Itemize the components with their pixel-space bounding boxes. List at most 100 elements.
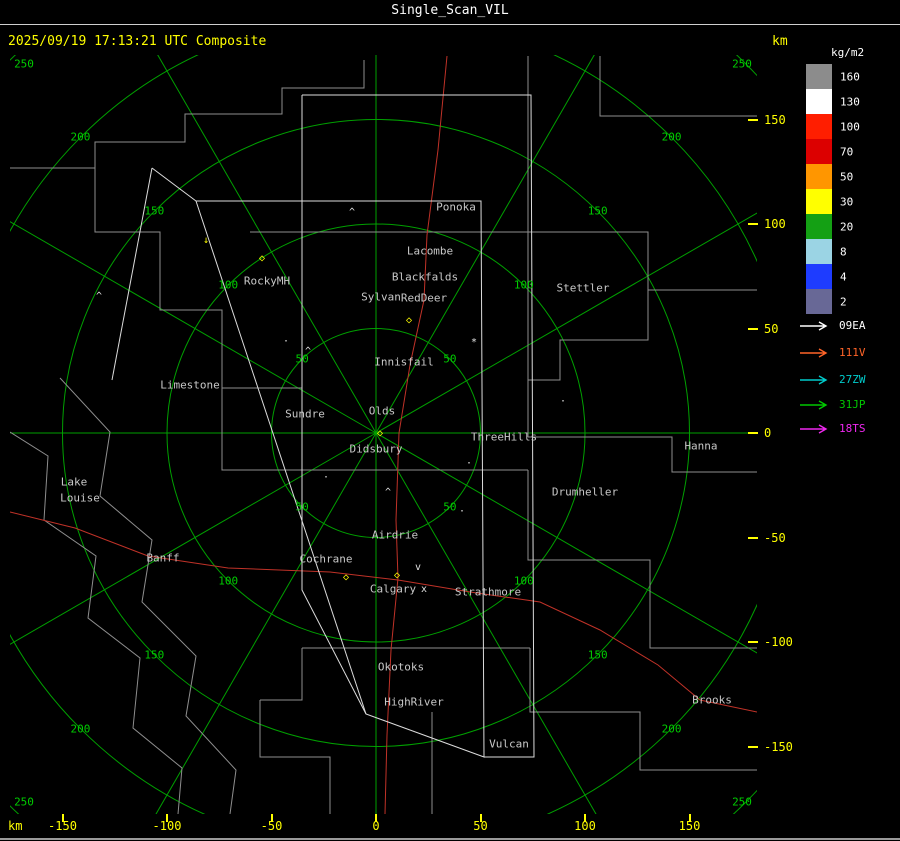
obs-marker-caret-icon: ^: [304, 346, 312, 357]
obs-marker-caret-icon: ^: [348, 207, 356, 218]
range-ring-distance-label: 150: [144, 648, 165, 662]
place-name-label: Olds: [368, 404, 396, 418]
range-ring-distance-label: 250: [732, 795, 752, 809]
town-marker-diamond-icon: ◇: [376, 428, 384, 439]
range-ring-distance-label: 50: [443, 500, 457, 514]
right-axis-label: -150: [764, 739, 793, 754]
colorbar-value: 160: [840, 70, 860, 84]
range-ring-distance-label: 250: [14, 57, 34, 71]
town-marker-diamond-icon: ◇: [342, 572, 350, 583]
range-ring-distance-label: 200: [70, 130, 91, 144]
obs-marker-dot-icon: ·: [465, 458, 473, 469]
place-name-label: Okotoks: [377, 660, 425, 674]
range-ring-distance-label: 150: [587, 204, 608, 218]
right-axis-tick: [748, 118, 758, 121]
colorbar-swatch: [806, 164, 832, 189]
right-axis-label: 0: [764, 426, 772, 440]
radar-arrow-icon: [800, 400, 828, 410]
place-name-label: Sylvan: [361, 290, 401, 304]
place-name-label: RockyMH: [243, 274, 291, 288]
bottom-axis-tick: [270, 814, 273, 822]
right-axis-tick: [748, 641, 758, 643]
radar-legend-row: 111V: [799, 346, 866, 360]
range-ring-distance-label: 200: [70, 722, 91, 736]
radar-legend-row: 27ZW: [799, 373, 866, 387]
town-marker-diamond-icon: ◇: [405, 315, 413, 326]
town-marker-arrow-down-icon: ↓: [202, 235, 210, 246]
colorbar-swatch: [806, 264, 832, 289]
place-name-label: Lake: [60, 475, 88, 489]
place-name-label: Blackfalds: [391, 270, 459, 284]
azimuth-line: [157, 55, 377, 434]
radar-arrow-icon: [800, 348, 828, 358]
right-axis-label: -100: [764, 635, 793, 649]
place-name-label: Strathmore: [454, 585, 522, 599]
bottom-axis-tick: [479, 814, 482, 822]
colorbar-value: 50: [840, 170, 854, 184]
colorbar-value: 2: [840, 295, 847, 309]
radar-id-label: 111V: [839, 346, 866, 359]
radar-id-label: 31JP: [839, 398, 866, 411]
place-name-label: Calgary: [369, 582, 417, 596]
obs-marker-v-icon: v: [414, 562, 422, 573]
range-ring-distance-label: 50: [443, 352, 457, 366]
right-axis-label: 100: [764, 217, 786, 231]
colorbar-swatch: [806, 289, 832, 314]
range-ring-distance-label: 250: [732, 57, 752, 71]
place-name-label: Airdrie: [371, 528, 419, 542]
right-axis-tick: [748, 327, 758, 330]
azimuth-line: [10, 432, 377, 645]
azimuth-line: [375, 55, 595, 434]
radar-arrow-icon: [800, 424, 828, 434]
colorbar-value: 30: [840, 195, 854, 209]
right-axis-label: -50: [764, 530, 786, 545]
scan-area-outlines: [111, 94, 535, 758]
place-name-label: ThreeHills: [470, 430, 538, 444]
obs-marker-dot-icon: ·: [559, 396, 567, 407]
place-name-label: HighRiver: [384, 695, 444, 709]
azimuth-line: [10, 221, 377, 434]
range-ring-distance-label: 200: [661, 722, 682, 736]
right-axis-tick: [748, 745, 758, 748]
colorbar-value: 130: [840, 95, 860, 109]
horizontal-axis-unit-label: km: [8, 819, 23, 833]
town-marker-diamond-icon: ◇: [258, 253, 266, 264]
colorbar-swatch: [806, 139, 832, 164]
range-ring-distance-label: 100: [218, 278, 239, 292]
bottom-axis-tick: [688, 814, 691, 822]
place-name-label: Vulcan: [489, 737, 529, 751]
radar-id-label: 18TS: [839, 422, 866, 435]
radar-legend-row: 09EA: [799, 319, 866, 333]
right-axis-label: 150: [764, 112, 786, 127]
place-name-label: RedDeer: [400, 291, 448, 305]
bottom-axis-tick: [375, 814, 377, 822]
colorbar-swatch: [806, 114, 832, 139]
obs-marker-asterisk-icon: *: [470, 337, 478, 348]
azimuth-line: [155, 432, 377, 814]
radar-id-label: 27ZW: [839, 373, 866, 386]
radar-arrow-icon: [800, 321, 828, 331]
right-axis-tick: [748, 432, 758, 434]
colorbar-value: 100: [840, 120, 860, 134]
bottom-axis-tick: [61, 814, 64, 822]
range-ring-distance-label: 50: [295, 500, 309, 514]
radar-arrow-icon: [800, 375, 828, 385]
place-name-label: Louise: [60, 491, 100, 505]
radar-id-label: 09EA: [839, 319, 866, 332]
place-name-label: Drumheller: [551, 485, 619, 499]
right-axis-label: 50: [764, 321, 779, 336]
place-name-label: Sundre: [285, 407, 325, 421]
right-axis-tick: [748, 536, 758, 539]
range-ring-distance-label: 250: [14, 795, 34, 809]
bottom-window-border: [0, 838, 900, 840]
range-ring-distance-label: 150: [587, 648, 608, 662]
obs-marker-dot-icon: ·: [322, 472, 330, 483]
colorbar-swatch: [806, 89, 832, 114]
colorbar-swatch: [806, 214, 832, 239]
range-ring-distance-label: 200: [661, 130, 682, 144]
radar-legend-row: 18TS: [799, 422, 866, 436]
range-ring-distance-label: 100: [218, 574, 239, 588]
bottom-axis-tick: [166, 814, 168, 822]
obs-marker-caret-icon: ^: [95, 291, 103, 302]
range-ring-distance-label: 100: [513, 278, 534, 292]
